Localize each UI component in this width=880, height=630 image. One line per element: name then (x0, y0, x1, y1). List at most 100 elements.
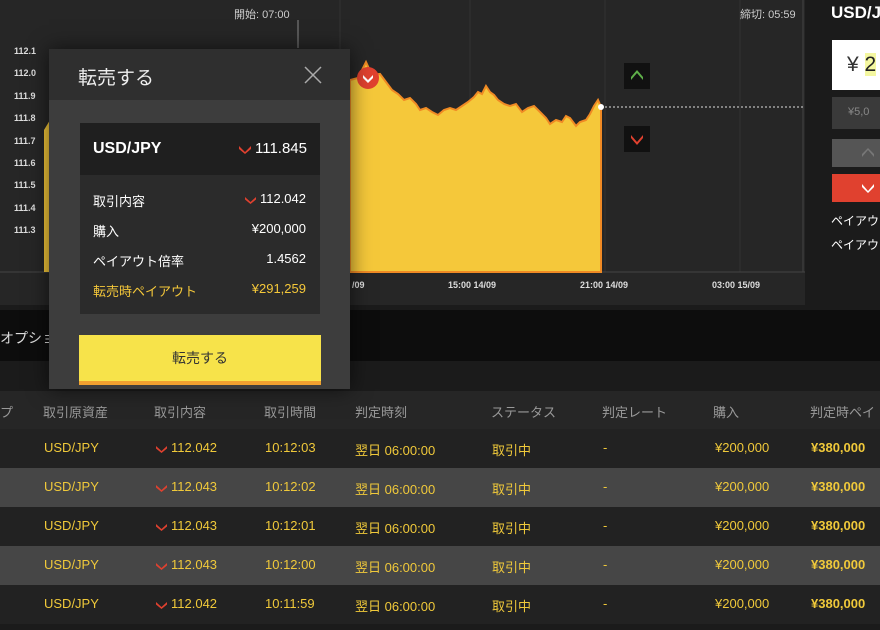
cell-text: 翌日 06:00:00 (355, 599, 436, 614)
cell-text: 取引中 (492, 599, 532, 614)
resale-payout-label: 転売時ペイアウト (93, 284, 198, 299)
cell-text: 10:11:59 (265, 596, 315, 611)
cell-judge: 翌日 06:00:00 (355, 518, 435, 537)
y-tick: 112.0 (14, 68, 37, 78)
down-arrow-icon (156, 601, 167, 609)
pair-name: USD/JPY (93, 140, 162, 157)
col-time: 取引時間 (264, 405, 317, 420)
col-trade: 取引内容 (154, 405, 207, 420)
col-judge-time: 判定時刻 (355, 405, 408, 420)
low-signal-button[interactable] (624, 126, 650, 152)
y-tick: 111.9 (14, 91, 36, 101)
cell-text: USD/JPY (44, 479, 99, 494)
cell-text: 翌日 06:00:00 (355, 521, 436, 536)
cell-purchase: ¥200,000 (715, 440, 769, 455)
cell-text: 112.042 (171, 596, 218, 611)
cell-text: - (603, 518, 608, 533)
y-tick: 111.4 (14, 203, 36, 213)
cell-text: 112.043 (171, 479, 218, 494)
close-button[interactable] (303, 65, 323, 85)
cell-rate: 112.043 (156, 557, 217, 572)
cell-text: - (603, 440, 608, 455)
y-tick: 111.7 (14, 136, 36, 146)
cell-asset: USD/JPY (44, 557, 99, 572)
table-row[interactable]: USD/JPY 112.043 10:12:01 翌日 06:00:00 取引中 - ¥20… (0, 507, 880, 546)
cell-time: 10:12:00 (265, 557, 316, 572)
current-rate-value: 111.845 (255, 140, 307, 157)
amount-value: 2 (864, 53, 877, 76)
cell-asset: USD/JPY (44, 440, 99, 455)
table-row[interactable]: USD/JPY 112.043 10:12:02 翌日 06:00:00 取引中 - ¥20… (0, 468, 880, 507)
down-arrow-icon (239, 145, 251, 154)
cell-text: 112.043 (171, 557, 218, 572)
price-area-main (349, 59, 602, 273)
y-tick: 111.5 (14, 180, 36, 190)
x-tick: 21:00 14/09 (580, 280, 629, 290)
cell-text: USD/JPY (44, 518, 99, 533)
cell-payout: ¥380,000 (811, 518, 865, 533)
cell-rate: 112.042 (156, 440, 217, 455)
payout-rate-label: ペイアウト倍率 (93, 254, 185, 269)
cell-text: 翌日 06:00:00 (355, 482, 436, 497)
cell-judge-rate: - (603, 479, 607, 494)
cell-text: 10:12:01 (265, 518, 316, 533)
options-title: オプショ (0, 330, 56, 346)
col-payout: 判定時ペイ (810, 405, 876, 420)
cell-text: USD/JPY (44, 440, 99, 455)
table-row[interactable]: USD/JPY 112.043 10:12:00 翌日 06:00:00 取引中 - ¥20… (0, 546, 880, 585)
cell-text: ¥380,000 (811, 557, 866, 572)
table-row[interactable]: USD/JPY 112.042 10:12:03 翌日 06:00:00 取引中 - ¥20… (0, 429, 880, 468)
chevron-up-icon (631, 70, 643, 80)
cell-status: 取引中 (492, 557, 531, 576)
cell-purchase: ¥200,000 (715, 479, 769, 494)
preset-amount-button[interactable]: ¥5,0 (832, 97, 880, 129)
down-arrow-icon (244, 196, 256, 204)
y-tick: 112.1 (14, 46, 37, 56)
down-arrow-icon (156, 523, 167, 531)
trade-marker (357, 67, 379, 89)
y-tick: 111.6 (14, 158, 36, 168)
resell-button[interactable]: 転売する (79, 335, 321, 385)
start-time-label: 開始: 07:00 (234, 9, 290, 21)
dialog-title: 転売する (78, 68, 155, 89)
cell-status: 取引中 (492, 479, 531, 498)
trade-panel: USD/J ¥ 2 ¥5,0 ペイアウ ペイアウ (805, 0, 880, 305)
card-header: USD/JPY 111.845 (80, 123, 320, 175)
close-icon (304, 66, 322, 84)
resale-dialog: 転売する USD/JPY 111.845 取引内容 112.042 購入 ¥20… (49, 49, 350, 389)
current-rate: 111.845 (239, 140, 307, 157)
cell-text: 翌日 06:00:00 (355, 560, 436, 575)
cell-judge-rate: - (603, 518, 607, 533)
pair-title: USD/J (831, 3, 880, 22)
cell-text: 10:12:03 (265, 440, 316, 455)
cell-text: ¥380,000 (811, 518, 866, 533)
cell-text: 112.042 (171, 440, 218, 455)
cell-judge-rate: - (603, 596, 607, 611)
cell-purchase: ¥200,000 (715, 596, 769, 611)
cell-text: ¥200,000 (715, 440, 770, 455)
purchase-label: 購入 (93, 224, 120, 239)
cell-text: USD/JPY (44, 596, 99, 611)
amount-input[interactable]: ¥ 2 (832, 40, 880, 90)
col-judge-rate: 判定レート (602, 405, 668, 420)
col-status: ステータス (491, 405, 557, 420)
cell-text: ¥200,000 (715, 518, 770, 533)
cell-judge: 翌日 06:00:00 (355, 479, 435, 498)
y-tick: 111.3 (14, 225, 36, 235)
cell-text: 取引中 (492, 521, 532, 536)
cell-payout: ¥380,000 (811, 479, 865, 494)
cell-text: USD/JPY (44, 557, 99, 572)
high-signal-button[interactable] (624, 63, 650, 89)
cell-payout: ¥380,000 (811, 557, 865, 572)
high-button[interactable] (832, 139, 880, 167)
down-arrow-icon (156, 484, 167, 492)
cell-text: ¥380,000 (811, 440, 866, 455)
low-button[interactable] (832, 174, 880, 202)
table-row[interactable]: USD/JPY 112.042 10:11:59 翌日 06:00:00 取引中 - ¥20… (0, 585, 880, 624)
cell-text: 10:12:00 (265, 557, 316, 572)
payout-label-1: ペイアウ (831, 214, 880, 228)
cell-text: ¥380,000 (811, 596, 866, 611)
cell-asset: USD/JPY (44, 596, 99, 611)
resale-payout-value: ¥291,259 (251, 281, 306, 296)
cell-judge: 翌日 06:00:00 (355, 596, 435, 615)
